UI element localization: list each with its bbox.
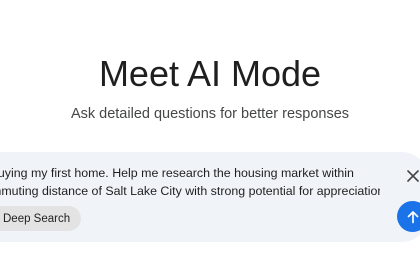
ai-mode-page: Meet AI Mode Ask detailed questions for … xyxy=(0,0,420,280)
deep-search-label: Deep Search xyxy=(3,212,71,225)
deep-search-chip[interactable]: Deep Search xyxy=(0,206,82,231)
query-input[interactable]: buying my first home. Help me research t… xyxy=(0,164,380,200)
query-text-line-2: mmuting distance of Salt Lake City with … xyxy=(0,184,380,198)
page-title: Meet AI Mode xyxy=(98,53,322,94)
page-subtitle: Ask detailed questions for better respon… xyxy=(70,106,350,122)
arrow-up-icon xyxy=(407,210,418,223)
query-text-line-1: buying my first home. Help me research t… xyxy=(0,166,354,180)
close-button[interactable] xyxy=(403,166,420,186)
send-button[interactable] xyxy=(397,201,420,232)
close-icon xyxy=(407,170,419,182)
